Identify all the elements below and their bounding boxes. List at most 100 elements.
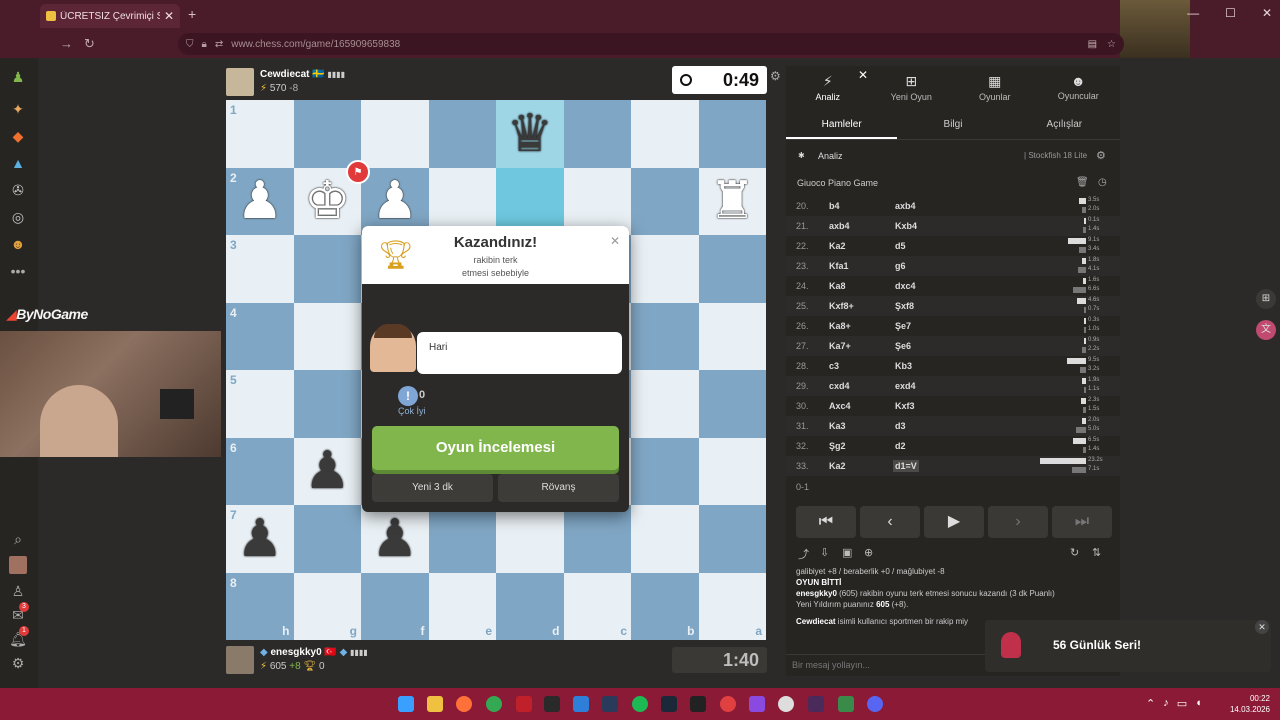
network-icon[interactable]: ▭ — [1177, 697, 1187, 710]
board-square[interactable]: 8h — [226, 572, 294, 640]
white-piece-icon[interactable]: ♜ — [699, 168, 767, 236]
learn-icon[interactable]: ▲ — [9, 154, 27, 172]
maximize-icon[interactable]: ☐ — [1225, 6, 1236, 20]
forward-icon[interactable]: → — [60, 36, 73, 51]
close-window-icon[interactable]: ✕ — [1262, 6, 1272, 20]
app4-icon[interactable] — [778, 696, 794, 712]
board-square[interactable] — [563, 505, 631, 573]
board-square[interactable]: a — [698, 572, 766, 640]
board-square[interactable] — [698, 302, 766, 370]
black-move[interactable]: Şe7 — [895, 321, 911, 331]
black-move[interactable]: d3 — [895, 421, 906, 431]
play-button[interactable]: ▶ — [924, 506, 984, 538]
board-square[interactable] — [698, 235, 766, 303]
board-square[interactable]: 2 ♟ — [226, 167, 294, 235]
board-square[interactable]: 6 — [226, 437, 294, 505]
first-move-button[interactable]: ⏮ — [796, 506, 856, 538]
board-square[interactable] — [631, 167, 699, 235]
translate-icon[interactable]: 文 — [1256, 320, 1276, 340]
reader-icon[interactable]: ▤ — [1088, 39, 1097, 50]
search-icon[interactable]: ⌕ — [9, 530, 27, 548]
black-move[interactable]: Kxb4 — [895, 221, 917, 231]
watch-icon[interactable]: ✇ — [9, 181, 27, 199]
board-square[interactable]: g — [293, 572, 361, 640]
more-icon[interactable]: ••• — [9, 262, 27, 280]
board-square[interactable] — [293, 302, 361, 370]
tab-games[interactable]: ▦ Oyunlar — [953, 66, 1037, 108]
board-square[interactable] — [698, 370, 766, 438]
zoom-icon[interactable]: ⊕ — [864, 546, 873, 559]
last-move-button[interactable]: ⏭ — [1052, 506, 1112, 538]
analysis-toggle-icon[interactable]: ✱ — [798, 151, 805, 160]
close-modal-icon[interactable]: ✕ — [610, 234, 620, 248]
minimize-icon[interactable]: — — [1187, 6, 1199, 20]
white-move[interactable]: Ka3 — [829, 421, 846, 431]
board-square[interactable] — [293, 235, 361, 303]
board-square[interactable] — [631, 100, 699, 168]
white-move[interactable]: cxd4 — [829, 381, 850, 391]
bookmark-star-icon[interactable]: ☆ — [1107, 39, 1116, 50]
lock-icon[interactable]: 🔒︎ — [202, 39, 207, 50]
tab-players[interactable]: ☻ Oyuncular — [1037, 66, 1121, 108]
download-icon[interactable]: ⇩ — [820, 546, 829, 559]
board-square[interactable]: 7 ♟ — [226, 505, 294, 573]
black-move[interactable]: Şxf8 — [895, 301, 914, 311]
social-icon[interactable]: ◎ — [9, 208, 27, 226]
white-move[interactable]: Kfa1 — [829, 261, 849, 271]
board-square[interactable] — [631, 302, 699, 370]
board-square[interactable] — [631, 437, 699, 505]
app3-icon[interactable] — [749, 696, 765, 712]
black-move[interactable]: d2 — [895, 441, 906, 451]
bottom-player-avatar[interactable] — [226, 646, 254, 674]
board-square[interactable] — [698, 505, 766, 573]
board-square[interactable] — [631, 235, 699, 303]
layout-icon[interactable]: ⊞ — [1256, 289, 1276, 309]
board-square[interactable] — [496, 167, 564, 235]
chrome-icon[interactable] — [486, 696, 502, 712]
board-square[interactable] — [496, 505, 564, 573]
subtab-info[interactable]: Bilgi — [897, 112, 1008, 139]
black-move[interactable]: d5 — [895, 241, 906, 251]
white-move[interactable]: Ka7+ — [829, 341, 851, 351]
black-piece-icon[interactable]: ♛ — [496, 100, 564, 168]
firefox-icon[interactable] — [456, 696, 472, 712]
mic-icon[interactable]: ♪ — [1163, 697, 1169, 710]
settings-icon[interactable]: ⚙ — [9, 654, 27, 672]
app5-icon[interactable] — [808, 696, 824, 712]
puzzle-icon[interactable]: ✦ — [9, 100, 27, 118]
board-square[interactable] — [563, 100, 631, 168]
board-square[interactable] — [631, 370, 699, 438]
shield-icon[interactable]: ⛉ — [186, 39, 194, 50]
white-move[interactable]: axb4 — [829, 221, 850, 231]
prev-move-button[interactable]: ‹ — [860, 506, 920, 538]
new-tab-icon[interactable]: + — [188, 6, 196, 22]
system-clock[interactable]: 00:22 14.03.2026 — [1224, 693, 1270, 715]
black-piece-icon[interactable]: ♟ — [361, 505, 429, 573]
black-piece-icon[interactable]: ♟ — [294, 438, 362, 506]
close-analysis-icon[interactable]: ✕ — [858, 68, 868, 82]
app6-icon[interactable] — [838, 696, 854, 712]
white-move[interactable]: b4 — [829, 201, 840, 211]
black-move[interactable]: Kb3 — [895, 361, 912, 371]
board-square[interactable]: d — [496, 572, 564, 640]
browser-tab[interactable]: ÜCRETSİZ Çevrimiçi Satranç ✕ — [40, 4, 180, 28]
volume-icon[interactable]: ◖ — [1195, 697, 1202, 710]
rematch-button[interactable]: Rövanş — [498, 474, 619, 502]
discord-icon[interactable] — [867, 696, 883, 712]
board-square[interactable]: 4 — [226, 302, 294, 370]
subtab-moves[interactable]: Hamleler — [786, 112, 898, 139]
white-move[interactable]: Şg2 — [829, 441, 846, 451]
board-square[interactable] — [361, 100, 429, 168]
white-move[interactable]: Axc4 — [829, 401, 851, 411]
board-square[interactable] — [293, 370, 361, 438]
engine-settings-icon[interactable]: ⚙ — [1096, 149, 1106, 162]
white-move[interactable]: Ka8+ — [829, 321, 851, 331]
black-move[interactable]: Kxf3 — [895, 401, 915, 411]
top-player-avatar[interactable] — [226, 68, 254, 96]
board-square[interactable]: 3 — [226, 235, 294, 303]
black-move[interactable]: g6 — [895, 261, 906, 271]
board-settings-icon[interactable]: ⚙ — [770, 69, 781, 83]
app-icon[interactable] — [516, 696, 532, 712]
tray-chevron-icon[interactable]: ⌃ — [1146, 697, 1155, 710]
board-square[interactable]: ♛ — [496, 100, 564, 168]
